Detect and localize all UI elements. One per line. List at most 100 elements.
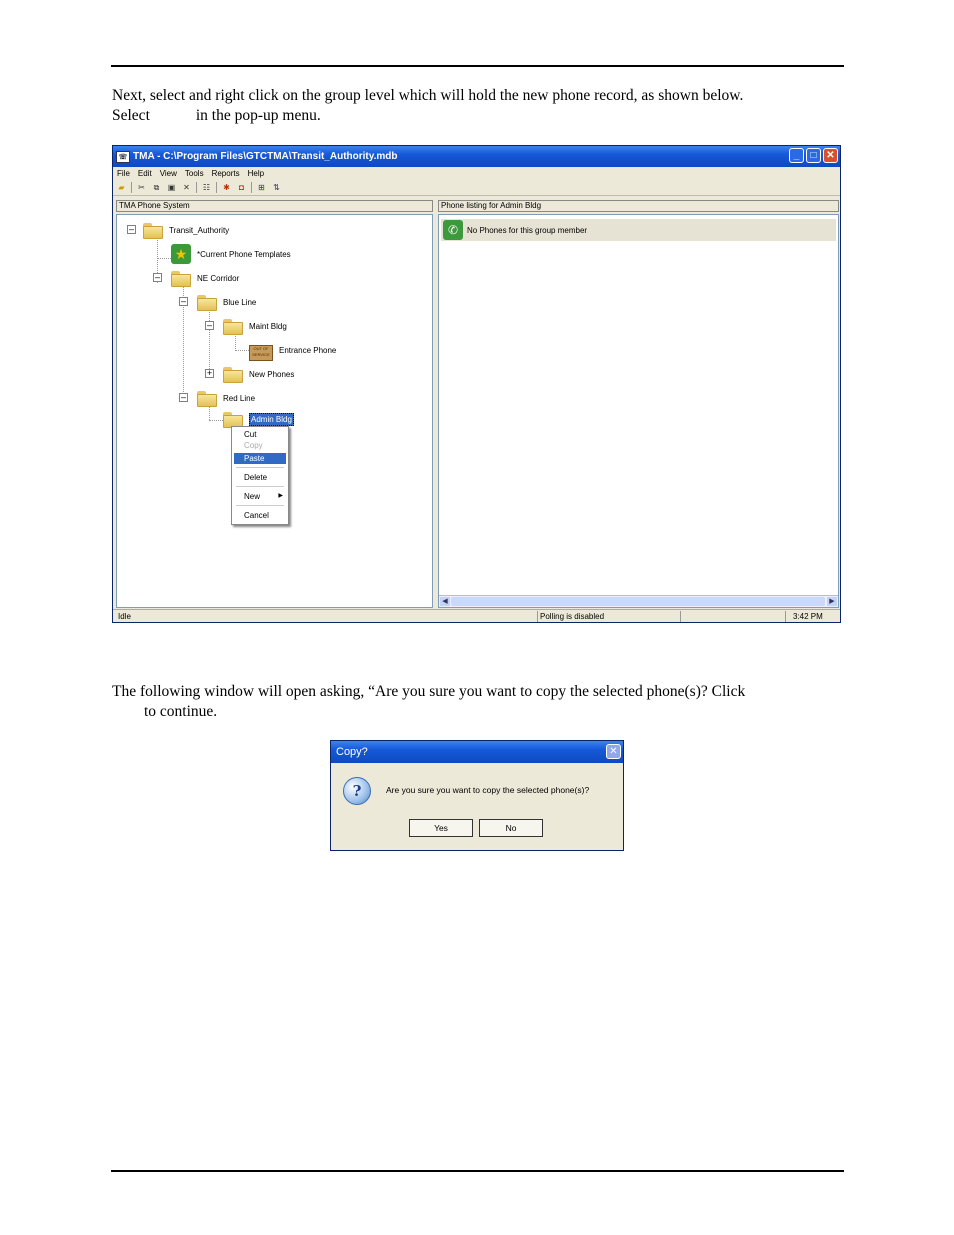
no-phones-label: No Phones for this group member bbox=[467, 225, 588, 235]
collapse-toggle[interactable]: – bbox=[153, 273, 162, 282]
dialog-titlebar: Copy? ✕ bbox=[331, 741, 623, 763]
tree-node-label: Admin Bldg bbox=[249, 412, 294, 426]
intro-select-word: Select bbox=[112, 107, 150, 124]
status-polling: Polling is disabled bbox=[540, 612, 605, 621]
scroll-left-icon[interactable]: ◀ bbox=[440, 597, 450, 606]
right-pane-header: Phone listing for Admin Bldg bbox=[438, 200, 839, 212]
intro-line-2: Select in the pop-up menu. bbox=[112, 106, 743, 126]
context-menu-separator bbox=[236, 505, 284, 506]
tree-connector bbox=[209, 307, 210, 377]
tree-node-label: Red Line bbox=[223, 393, 256, 403]
tree-node-ne-corridor[interactable]: NE Corridor bbox=[171, 266, 239, 290]
minimize-button[interactable]: _ bbox=[789, 148, 804, 163]
status-time: 3:42 PM bbox=[793, 612, 823, 621]
tree-connector bbox=[209, 420, 223, 421]
folder-icon bbox=[143, 221, 163, 239]
context-menu-separator bbox=[236, 467, 284, 468]
intro-paragraph: Next, select and right click on the grou… bbox=[112, 86, 743, 126]
out-of-service-sign-icon: OUT OF SERVICE bbox=[249, 345, 273, 361]
phone-icon: ✆ bbox=[443, 220, 463, 240]
collapse-toggle[interactable]: – bbox=[205, 321, 214, 330]
window-title: TMA - C:\Program Files\GTCTMA\Transit_Au… bbox=[133, 151, 398, 162]
context-menu-new[interactable]: New ▶ bbox=[234, 491, 286, 502]
submenu-arrow-icon: ▶ bbox=[278, 493, 283, 499]
toolbar-separator bbox=[251, 182, 252, 193]
collapse-toggle[interactable]: – bbox=[179, 393, 188, 402]
context-menu-cut[interactable]: Cut bbox=[234, 429, 286, 440]
phone-listing-pane[interactable]: ✆ No Phones for this group member ◀ ▶ bbox=[438, 214, 839, 608]
folder-icon bbox=[171, 269, 191, 287]
bug-icon[interactable]: ✱ bbox=[221, 183, 232, 193]
tree-node-blue-line[interactable]: Blue Line bbox=[197, 290, 256, 314]
menu-help[interactable]: Help bbox=[248, 169, 264, 178]
status-divider bbox=[785, 611, 786, 622]
status-divider bbox=[537, 611, 538, 622]
footer-rule bbox=[111, 1170, 844, 1172]
no-button[interactable]: No bbox=[479, 819, 543, 837]
menu-edit[interactable]: Edit bbox=[138, 169, 152, 178]
scroll-right-icon[interactable]: ▶ bbox=[827, 597, 837, 606]
delete-icon[interactable]: ✕ bbox=[181, 183, 192, 193]
tma-window: ☏ TMA - C:\Program Files\GTCTMA\Transit_… bbox=[112, 145, 841, 623]
context-menu-copy[interactable]: Copy bbox=[234, 440, 286, 451]
menu-view[interactable]: View bbox=[160, 169, 177, 178]
tree-node-new-phones[interactable]: New Phones bbox=[223, 362, 294, 386]
cut-icon[interactable]: ✂ bbox=[136, 183, 147, 193]
tree-node-maint-bldg[interactable]: Maint Bldg bbox=[223, 314, 287, 338]
menu-reports[interactable]: Reports bbox=[212, 169, 240, 178]
folder-icon bbox=[223, 365, 243, 383]
tree-pane[interactable]: – Transit_Authority ★ *Current Phone Tem… bbox=[116, 214, 433, 608]
context-menu: Cut Copy Paste Delete New ▶ Cancel bbox=[231, 426, 289, 525]
tree-node-templates[interactable]: ★ *Current Phone Templates bbox=[171, 242, 291, 266]
horizontal-scrollbar[interactable]: ◀ ▶ bbox=[439, 595, 838, 607]
collapse-toggle[interactable]: – bbox=[127, 225, 136, 234]
context-menu-paste[interactable]: Paste bbox=[234, 453, 286, 464]
tree-node-label: Transit_Authority bbox=[169, 225, 230, 235]
tree-expand-icon[interactable]: ⊞ bbox=[256, 183, 267, 193]
left-pane-header: TMA Phone System bbox=[116, 200, 433, 212]
menu-file[interactable]: File bbox=[117, 169, 130, 178]
copy-dialog: Copy? ✕ ? Are you sure you want to copy … bbox=[330, 740, 624, 851]
menubar: File Edit View Tools Reports Help bbox=[113, 167, 840, 180]
tree-node-label: Entrance Phone bbox=[279, 345, 337, 355]
toolbar: ▰ ✂ ⧉ ▣ ✕ ☷ ✱ ◘ ⊞ ⇅ bbox=[113, 180, 840, 196]
dialog-title: Copy? bbox=[336, 746, 368, 758]
toolbar-separator bbox=[216, 182, 217, 193]
status-idle: Idle bbox=[118, 612, 131, 621]
tree-node-label: NE Corridor bbox=[197, 273, 240, 283]
close-button[interactable]: ✕ bbox=[823, 148, 838, 163]
toolbar-separator bbox=[196, 182, 197, 193]
template-star-icon: ★ bbox=[171, 244, 191, 264]
context-menu-new-label: New bbox=[244, 492, 261, 501]
collapse-toggle[interactable]: – bbox=[179, 297, 188, 306]
dialog-close-button[interactable]: ✕ bbox=[606, 744, 621, 759]
maximize-button[interactable]: □ bbox=[806, 148, 821, 163]
menu-tools[interactable]: Tools bbox=[185, 169, 204, 178]
properties-icon[interactable]: ☷ bbox=[201, 183, 212, 193]
copy-icon[interactable]: ⧉ bbox=[151, 183, 162, 193]
intro-line-2-rest: in the pop-up menu. bbox=[195, 107, 321, 124]
folder-icon bbox=[197, 293, 217, 311]
scroll-thumb[interactable] bbox=[451, 597, 825, 606]
tree-connector bbox=[235, 350, 249, 351]
folder-icon bbox=[197, 389, 217, 407]
tree-node-label: Blue Line bbox=[223, 297, 257, 307]
tree-node-label: *Current Phone Templates bbox=[197, 249, 291, 259]
alarm-icon[interactable]: ◘ bbox=[236, 183, 247, 193]
yes-button[interactable]: Yes bbox=[409, 819, 473, 837]
context-menu-separator bbox=[236, 486, 284, 487]
open-folder-icon[interactable]: ▰ bbox=[116, 183, 127, 193]
context-menu-delete[interactable]: Delete bbox=[234, 472, 286, 483]
question-icon: ? bbox=[343, 777, 371, 805]
context-menu-cancel[interactable]: Cancel bbox=[234, 510, 286, 521]
tree-node-label: New Phones bbox=[249, 369, 295, 379]
sort-icon[interactable]: ⇅ bbox=[271, 183, 282, 193]
status-divider bbox=[680, 611, 681, 622]
tree-node-entrance-phone[interactable]: OUT OF SERVICE Entrance Phone bbox=[249, 338, 336, 362]
dialog-question: Are you sure you want to copy the select… bbox=[386, 785, 590, 795]
tree-node-root[interactable]: Transit_Authority bbox=[143, 218, 229, 242]
paste-icon[interactable]: ▣ bbox=[166, 183, 177, 193]
follow-paragraph: The following window will open asking, “… bbox=[112, 682, 745, 722]
follow-line-1: The following window will open asking, “… bbox=[112, 683, 746, 700]
expand-toggle[interactable]: + bbox=[205, 369, 214, 378]
